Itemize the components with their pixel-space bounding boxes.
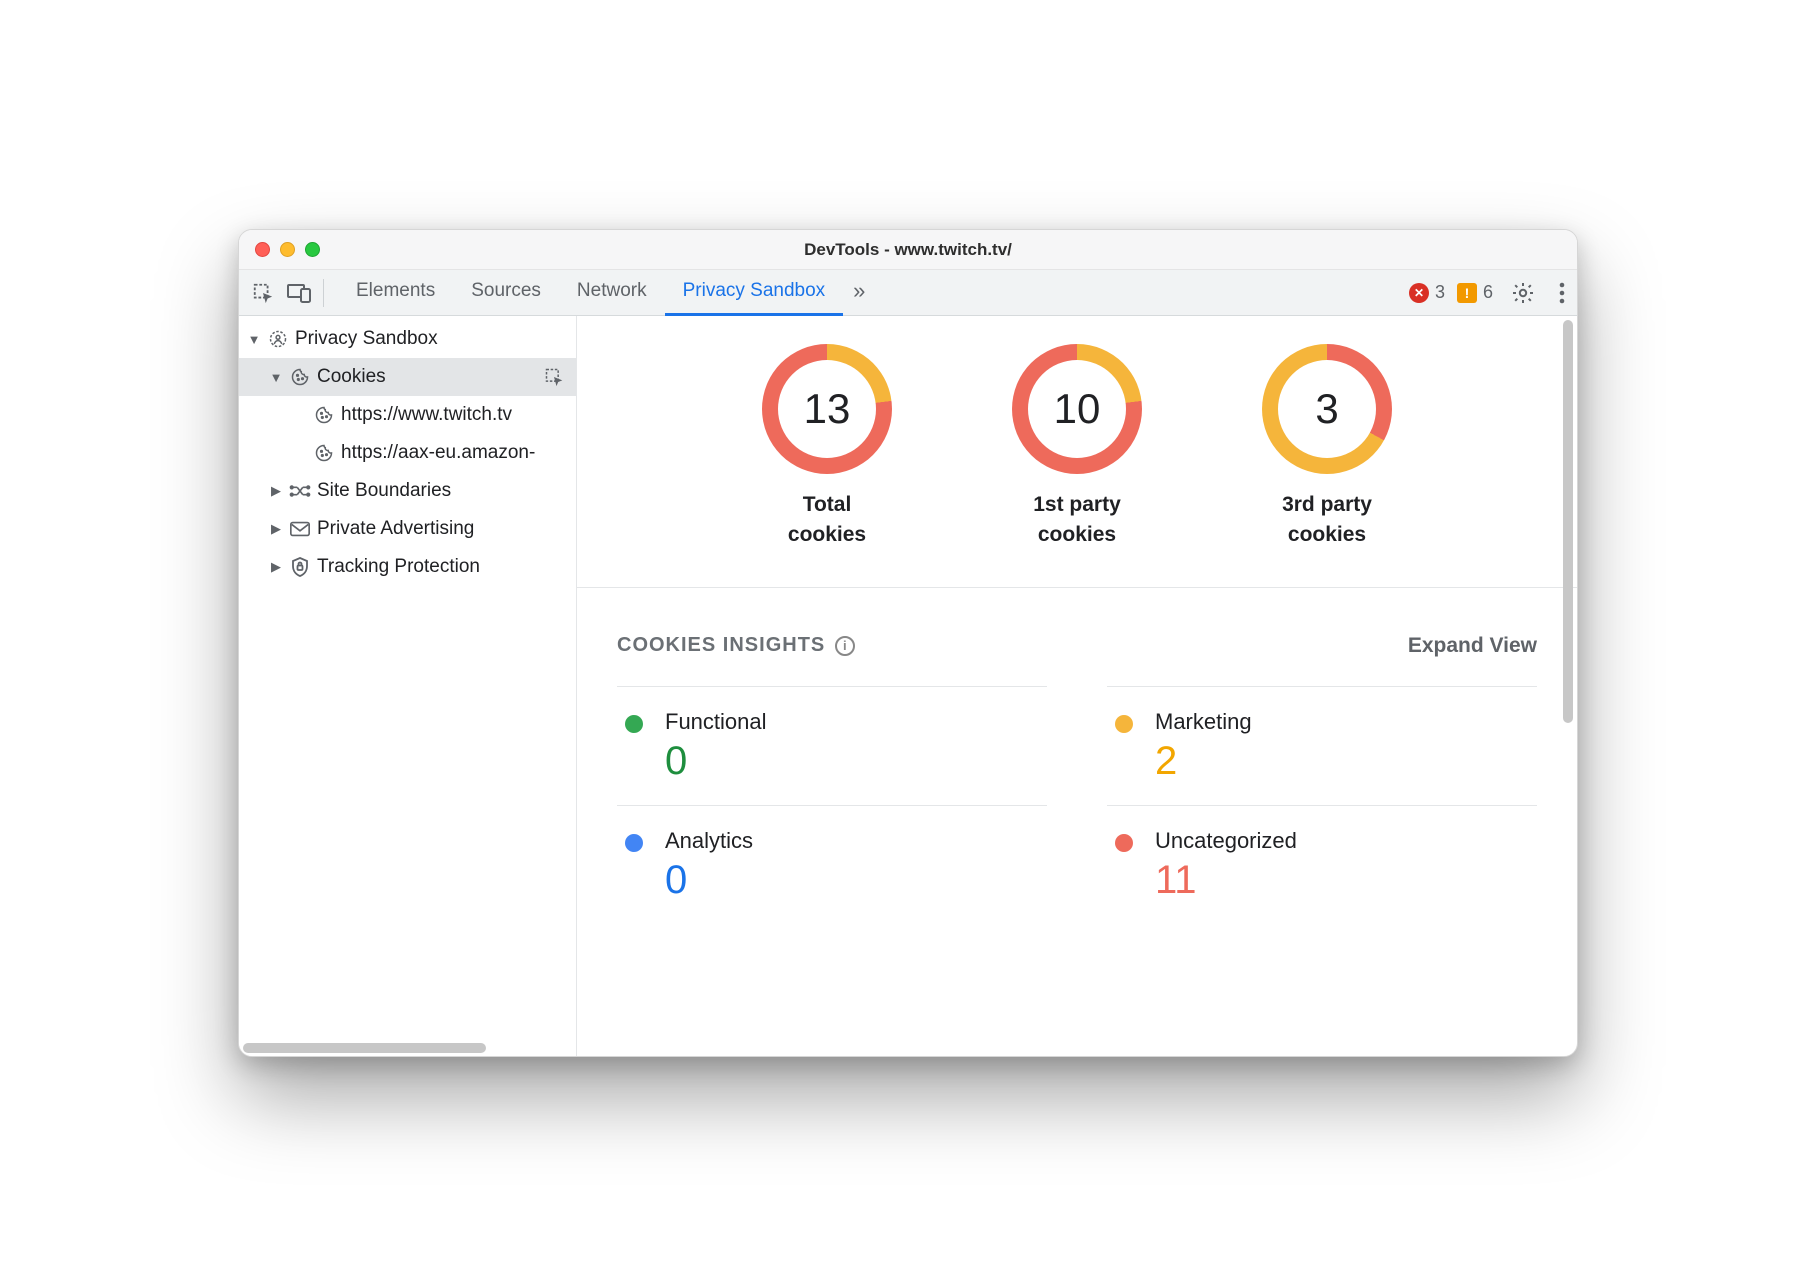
device-toolbar-icon[interactable] <box>281 275 317 311</box>
insight-label: Analytics <box>665 828 753 854</box>
insights-title-text: COOKIES INSIGHTS <box>617 634 825 657</box>
insights-grid: Functional 0 Marketing 2 Analytics 0 Uncategor… <box>617 686 1537 924</box>
tree-item-cookies[interactable]: ▼ Cookies <box>239 358 576 396</box>
inspect-icon[interactable] <box>544 367 564 387</box>
tabs-overflow-button[interactable]: » <box>843 270 875 316</box>
tree-item-private-advertising[interactable]: ▶ Private Advertising <box>239 510 576 548</box>
ring-chart: 13 <box>762 344 892 474</box>
tree-label: Tracking Protection <box>317 556 480 578</box>
expand-view-button[interactable]: Expand View <box>1408 634 1537 658</box>
cookie-icon <box>313 405 335 425</box>
insight-value: 11 <box>1155 860 1297 900</box>
scrollbar-thumb[interactable] <box>243 1043 486 1053</box>
tree-label: Privacy Sandbox <box>295 328 438 350</box>
insight-card[interactable]: Analytics 0 <box>617 805 1047 924</box>
ring-chart: 10 <box>1012 344 1142 474</box>
disclosure-triangle-icon: ▶ <box>267 483 285 499</box>
ring-chart: 3 <box>1262 344 1392 474</box>
cookie-icon <box>289 367 311 387</box>
tree-label: Site Boundaries <box>317 480 451 502</box>
insight-card[interactable]: Functional 0 <box>617 686 1047 805</box>
mail-icon <box>289 520 311 538</box>
tab-sources[interactable]: Sources <box>453 270 559 316</box>
insight-value: 0 <box>665 860 753 900</box>
devtools-toolbar: Elements Sources Network Privacy Sandbox… <box>239 270 1577 316</box>
privacy-sandbox-icon <box>267 329 289 349</box>
more-options-button[interactable] <box>1553 276 1571 310</box>
tab-network[interactable]: Network <box>559 270 665 316</box>
ring-label: Totalcookies <box>788 490 866 551</box>
ring-value: 3 <box>1278 360 1376 458</box>
tree-label: https://www.twitch.tv <box>341 404 512 426</box>
toolbar-right: 3 ! 6 <box>1409 275 1571 311</box>
cookies-insights-section: COOKIES INSIGHTS i Expand View Functiona… <box>577 588 1577 924</box>
settings-button[interactable] <box>1505 275 1541 311</box>
main-panel: 13 Totalcookies 10 1st partycookies 3 3rd par… <box>577 316 1577 1056</box>
ring-label: 3rd partycookies <box>1282 490 1372 551</box>
disclosure-triangle-icon: ▼ <box>267 370 285 385</box>
insight-label: Uncategorized <box>1155 828 1297 854</box>
tree-item-cookie-origin[interactable]: https://aax-eu.amazon- <box>239 434 576 472</box>
tree-label: Private Advertising <box>317 518 474 540</box>
window-title: DevTools - www.twitch.tv/ <box>239 240 1577 260</box>
tree-label: https://aax-eu.amazon- <box>341 442 535 464</box>
warning-icon: ! <box>1457 283 1477 303</box>
summary-ring: 13 Totalcookies <box>737 344 917 551</box>
panel-tabs: Elements Sources Network Privacy Sandbox… <box>338 270 875 316</box>
summary-ring: 3 3rd partycookies <box>1237 344 1417 551</box>
insights-header: COOKIES INSIGHTS i Expand View <box>617 634 1537 658</box>
insight-label: Functional <box>665 709 767 735</box>
info-icon[interactable]: i <box>835 636 855 656</box>
cookie-summary-rings: 13 Totalcookies 10 1st partycookies 3 3rd par… <box>577 316 1577 588</box>
errors-count: 3 <box>1435 282 1445 303</box>
sidebar: ▼ Privacy Sandbox ▼ Cookies <box>239 316 577 1056</box>
tab-elements[interactable]: Elements <box>338 270 453 316</box>
devtools-window: DevTools - www.twitch.tv/ Elements Sourc… <box>238 229 1578 1057</box>
ring-label: 1st partycookies <box>1033 490 1121 551</box>
shield-lock-icon <box>289 556 311 578</box>
disclosure-triangle-icon: ▶ <box>267 521 285 537</box>
category-dot-icon <box>625 834 643 852</box>
window-titlebar: DevTools - www.twitch.tv/ <box>239 230 1577 270</box>
summary-ring: 10 1st partycookies <box>987 344 1167 551</box>
tab-privacy-sandbox[interactable]: Privacy Sandbox <box>665 270 844 316</box>
insight-card[interactable]: Uncategorized 11 <box>1107 805 1537 924</box>
errors-badge[interactable]: 3 <box>1409 282 1445 303</box>
inspect-element-icon[interactable] <box>245 275 281 311</box>
vertical-scrollbar[interactable] <box>1561 316 1575 1056</box>
tree-item-tracking-protection[interactable]: ▶ Tracking Protection <box>239 548 576 586</box>
warnings-badge[interactable]: ! 6 <box>1457 282 1493 303</box>
tree-item-cookie-origin[interactable]: https://www.twitch.tv <box>239 396 576 434</box>
tree-item-site-boundaries[interactable]: ▶ Site Boundaries <box>239 472 576 510</box>
toolbar-divider <box>323 279 324 307</box>
insight-value: 0 <box>665 741 767 781</box>
scrollbar-thumb[interactable] <box>1563 320 1573 723</box>
category-dot-icon <box>625 715 643 733</box>
insight-card[interactable]: Marketing 2 <box>1107 686 1537 805</box>
error-icon <box>1409 283 1429 303</box>
content-area: ▼ Privacy Sandbox ▼ Cookies <box>239 316 1577 1056</box>
category-dot-icon <box>1115 834 1133 852</box>
site-boundaries-icon <box>289 481 311 501</box>
insights-title: COOKIES INSIGHTS i <box>617 634 855 657</box>
disclosure-triangle-icon: ▶ <box>267 559 285 575</box>
ring-value: 13 <box>778 360 876 458</box>
cookie-icon <box>313 443 335 463</box>
warnings-count: 6 <box>1483 282 1493 303</box>
tree-label: Cookies <box>317 366 386 388</box>
category-dot-icon <box>1115 715 1133 733</box>
horizontal-scrollbar[interactable] <box>239 1040 576 1056</box>
sidebar-tree: ▼ Privacy Sandbox ▼ Cookies <box>239 316 576 590</box>
tree-item-privacy-sandbox[interactable]: ▼ Privacy Sandbox <box>239 320 576 358</box>
ring-value: 10 <box>1028 360 1126 458</box>
insight-label: Marketing <box>1155 709 1252 735</box>
disclosure-triangle-icon: ▼ <box>245 332 263 347</box>
insight-value: 2 <box>1155 741 1252 781</box>
